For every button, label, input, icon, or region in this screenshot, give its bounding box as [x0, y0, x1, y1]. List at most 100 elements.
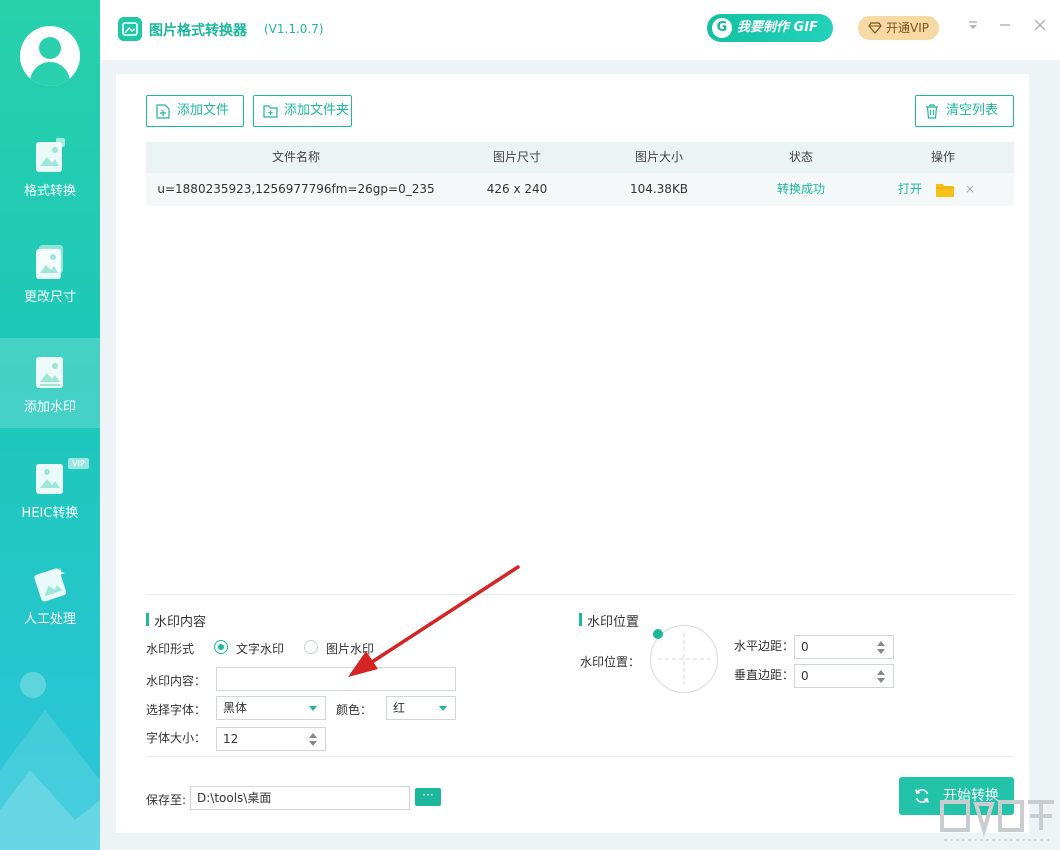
- app-version: (V1.1.0.7): [264, 22, 324, 36]
- position-handle[interactable]: [653, 629, 663, 639]
- avatar-head: [39, 37, 61, 59]
- site-watermark-logo: [940, 800, 1054, 841]
- chevron-down-icon: [439, 706, 447, 711]
- diamond-icon: [868, 22, 882, 34]
- add-file-button[interactable]: 添加文件: [146, 95, 244, 127]
- open-vip-label: 开通VIP: [886, 21, 929, 35]
- save-path-input[interactable]: D:\tools\桌面: [190, 786, 410, 810]
- minimize-icon[interactable]: [996, 18, 1014, 36]
- browse-button[interactable]: ···: [415, 788, 441, 806]
- sidebar-item-format-convert[interactable]: 格式转换: [0, 122, 100, 212]
- gif-logo-icon: G: [712, 18, 732, 38]
- save-to-label: 保存至:: [146, 793, 187, 807]
- app-logo-icon: [118, 17, 142, 41]
- image-size: 104.38KB: [629, 182, 689, 196]
- stepper-up-icon[interactable]: [877, 641, 885, 646]
- status-badge: 转换成功: [776, 182, 825, 196]
- image-convert-icon: [36, 138, 65, 172]
- color-label: 颜色：: [336, 703, 373, 717]
- stepper-down-icon[interactable]: [877, 649, 885, 654]
- stepper-up-icon[interactable]: [309, 733, 317, 738]
- table-header: 文件名称 图片尺寸 图片大小 状态 操作: [146, 142, 1014, 173]
- image-watermark-icon: [36, 357, 63, 388]
- add-folder-label: 添加文件夹: [284, 103, 350, 118]
- text-watermark-label[interactable]: 文字水印: [236, 640, 284, 657]
- folder-icon[interactable]: [936, 183, 954, 197]
- add-folder-button[interactable]: 添加文件夹: [253, 95, 352, 127]
- font-size-stepper[interactable]: 12: [216, 727, 326, 751]
- heic-image-icon: [36, 464, 63, 494]
- font-select[interactable]: 黑体: [216, 696, 326, 720]
- column-header-actions: 操作: [930, 150, 955, 164]
- sidebar-item-label: 更改尺寸: [23, 290, 76, 305]
- horizontal-margin-stepper[interactable]: 0: [794, 635, 894, 659]
- sidebar-item-heic-convert[interactable]: VIP HEIC转换: [0, 444, 100, 534]
- vip-badge: VIP: [68, 458, 89, 469]
- menu-dropdown-icon[interactable]: [964, 18, 982, 36]
- horizontal-margin-label: 水平边距：: [734, 639, 795, 653]
- table-row[interactable]: u=1880235923,1256977796fm=26gp=0_235 426…: [146, 173, 1014, 206]
- sidebar-item-manual-processing[interactable]: 人工处理: [0, 550, 100, 640]
- open-vip-button[interactable]: 开通VIP: [858, 16, 939, 40]
- open-file-link[interactable]: 打开: [898, 173, 922, 206]
- file-name: u=1880235923,1256977796fm=26gp=0_235: [157, 182, 435, 196]
- font-size-value: 12: [223, 732, 239, 746]
- sidebar-item-label: HEIC转换: [21, 506, 79, 521]
- color-select-value: 红: [393, 701, 406, 715]
- avatar-body: [30, 62, 70, 86]
- text-watermark-radio[interactable]: [214, 640, 228, 654]
- avatar[interactable]: [20, 26, 80, 86]
- column-header-size: 图片大小: [634, 150, 683, 164]
- add-file-icon: [156, 104, 170, 119]
- section-divider: [146, 594, 1014, 595]
- sidebar-item-label: 格式转换: [23, 184, 76, 199]
- close-icon[interactable]: [1031, 18, 1049, 36]
- delete-row-icon[interactable]: ×: [965, 173, 975, 206]
- sidebar-item-resize[interactable]: 更改尺寸: [0, 228, 100, 318]
- clear-list-label: 清空列表: [946, 103, 999, 118]
- clear-list-button[interactable]: 清空列表: [915, 95, 1014, 127]
- stepper-down-icon[interactable]: [309, 741, 317, 746]
- main-panel: 添加文件 添加文件夹 清空列表 文件名称 图片尺寸 图片大小 状态 操作 u=1…: [116, 74, 1029, 833]
- add-file-label: 添加文件: [177, 103, 230, 118]
- sidebar-item-label: 人工处理: [23, 612, 76, 627]
- sidebar-item-add-watermark[interactable]: 添加水印: [0, 338, 100, 428]
- column-header-dimensions: 图片尺寸: [492, 150, 541, 164]
- sidebar-item-label: 添加水印: [23, 400, 76, 415]
- watermark-text-input[interactable]: [216, 667, 456, 691]
- watermark-position-label: 水印位置：: [580, 655, 641, 669]
- image-dimensions: 426 x 240: [486, 182, 548, 196]
- column-header-name: 文件名称: [271, 150, 320, 164]
- stepper-down-icon[interactable]: [877, 678, 885, 683]
- watermark-content-label: 水印内容：: [146, 674, 207, 688]
- vertical-margin-label: 垂直边距：: [734, 668, 795, 682]
- image-watermark-label[interactable]: 图片水印: [326, 640, 374, 657]
- title-bar: 图片格式转换器 (V1.1.0.7) G 我要制作 GIF 开通VIP: [100, 0, 1060, 60]
- font-label: 选择字体：: [146, 703, 207, 717]
- chevron-down-icon: [309, 706, 317, 711]
- sidebar-decoration: [0, 672, 100, 850]
- color-select[interactable]: 红: [386, 696, 456, 720]
- file-table: 文件名称 图片尺寸 图片大小 状态 操作 u=1880235923,125697…: [146, 142, 1014, 206]
- app-title: 图片格式转换器: [149, 23, 247, 39]
- refresh-icon: [915, 789, 929, 803]
- watermark-type-label: 水印形式: [146, 642, 195, 656]
- watermark-position-title: 水印位置: [579, 611, 639, 630]
- watermark-content-title: 水印内容: [146, 611, 206, 630]
- font-size-label: 字体大小：: [146, 731, 207, 745]
- vertical-margin-value: 0: [801, 669, 809, 683]
- add-folder-icon: [263, 105, 278, 118]
- column-header-status: 状态: [788, 150, 813, 164]
- make-gif-label: 我要制作 GIF: [737, 20, 818, 35]
- horizontal-margin-value: 0: [801, 640, 809, 654]
- stepper-up-icon[interactable]: [877, 670, 885, 675]
- font-select-value: 黑体: [223, 701, 248, 715]
- section-divider: [146, 756, 1014, 757]
- manual-image-icon: [34, 568, 66, 602]
- trash-icon: [926, 104, 938, 119]
- vertical-margin-stepper[interactable]: 0: [794, 664, 894, 688]
- make-gif-button[interactable]: G 我要制作 GIF: [707, 14, 833, 42]
- sidebar: 格式转换 更改尺寸 添加水印 VIP HEIC转换 人工处理: [0, 0, 100, 850]
- image-watermark-radio[interactable]: [304, 640, 318, 654]
- image-resize-icon: [36, 245, 63, 279]
